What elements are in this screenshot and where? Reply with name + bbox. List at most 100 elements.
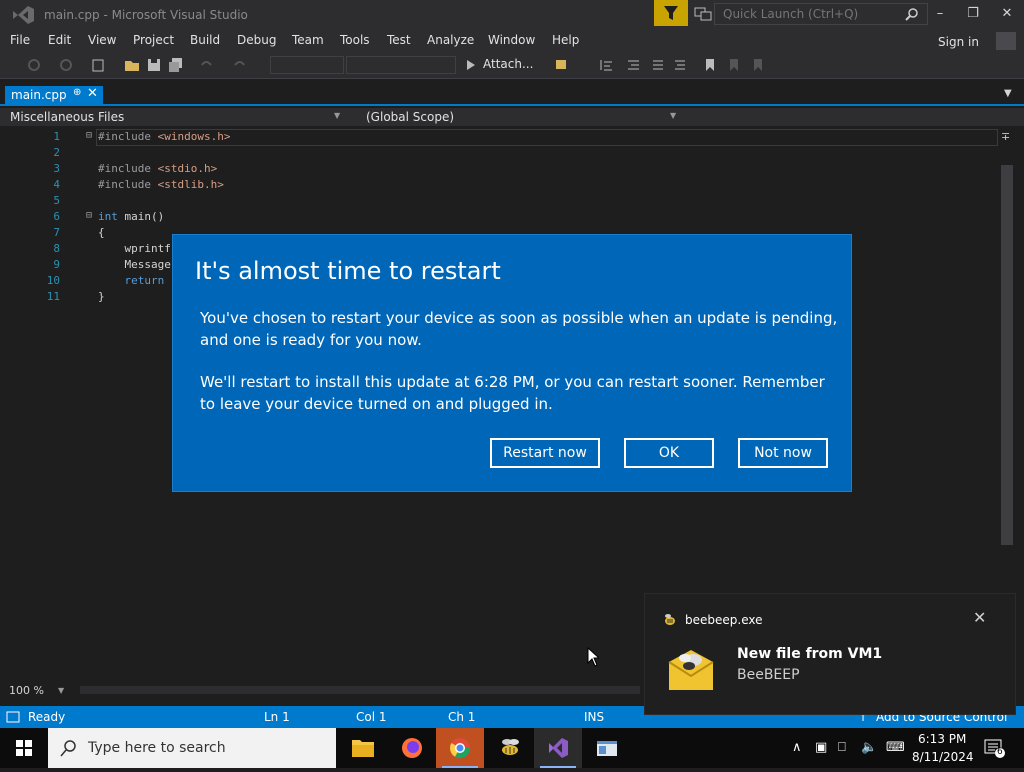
- ok-button[interactable]: OK: [624, 438, 714, 468]
- scope-dropdown[interactable]: (Global Scope): [366, 110, 454, 124]
- firefox-button[interactable]: [388, 728, 436, 768]
- solution-configuration-dropdown[interactable]: [270, 56, 344, 74]
- status-column: Col 1: [356, 710, 387, 724]
- comment-icon[interactable]: [650, 57, 666, 73]
- volume-icon[interactable]: 🔈: [861, 740, 877, 755]
- menu-project[interactable]: Project: [133, 33, 174, 47]
- toast-notification[interactable]: beebeep.exe ✕ New file from VM1 BeeBEEP: [644, 593, 1016, 715]
- line-number: 1: [53, 130, 60, 143]
- start-button[interactable]: [0, 728, 48, 768]
- line-number: 6: [53, 210, 60, 223]
- clock-time[interactable]: 6:13 PM: [918, 732, 966, 746]
- quick-launch-box[interactable]: [714, 3, 928, 25]
- back-icon[interactable]: [26, 57, 42, 73]
- close-button[interactable]: ✕: [993, 4, 1021, 24]
- app-window-button[interactable]: [583, 728, 631, 768]
- undo-icon[interactable]: [198, 57, 214, 73]
- chevron-down-icon: ▼: [670, 111, 677, 120]
- open-file-icon[interactable]: [124, 57, 140, 73]
- save-icon[interactable]: [146, 57, 162, 73]
- line-number: 2: [53, 146, 60, 159]
- uncomment-icon[interactable]: [672, 57, 688, 73]
- restart-now-button[interactable]: Restart now: [490, 438, 600, 468]
- collapse-icon[interactable]: ⊟: [86, 210, 92, 221]
- line-number: 11: [46, 290, 60, 303]
- menu-debug[interactable]: Debug: [237, 33, 276, 47]
- menu-file[interactable]: File: [10, 33, 30, 47]
- chevron-down-icon: ▼: [58, 686, 65, 695]
- step-icon[interactable]: [598, 57, 614, 73]
- quick-launch-input[interactable]: [723, 6, 893, 22]
- visual-studio-button[interactable]: [534, 728, 582, 768]
- taskbar-search-box[interactable]: Type here to search: [48, 728, 336, 768]
- restore-button[interactable]: ❐: [959, 4, 987, 24]
- save-all-icon[interactable]: [168, 57, 184, 73]
- beebeep-button[interactable]: [486, 728, 534, 768]
- chrome-button[interactable]: [436, 728, 484, 768]
- menu-tools[interactable]: Tools: [340, 33, 370, 47]
- user-account-icon[interactable]: [996, 32, 1016, 50]
- keyboard-icon[interactable]: ⌨: [886, 740, 905, 755]
- tab-overflow-icon[interactable]: ▼: [1004, 88, 1012, 99]
- forward-icon[interactable]: [58, 57, 74, 73]
- project-dropdown[interactable]: Miscellaneous Files: [10, 110, 124, 124]
- document-tab-strip: [0, 86, 1024, 106]
- zoom-level-dropdown[interactable]: 100 %: [9, 684, 44, 697]
- horizontal-scrollbar[interactable]: [80, 686, 640, 694]
- line-number: 5: [53, 194, 60, 207]
- close-icon[interactable]: ✕: [973, 608, 986, 627]
- network-icon[interactable]: ⎕: [838, 740, 846, 755]
- line-number: 7: [53, 226, 60, 239]
- visual-studio-logo-icon: [13, 6, 34, 24]
- close-tab-icon[interactable]: ✕: [87, 86, 98, 101]
- toast-body: BeeBEEP: [737, 667, 800, 683]
- navigation-bar: [0, 108, 1024, 126]
- scrollbar-thumb[interactable]: [1001, 165, 1013, 545]
- split-editor-icon[interactable]: ∓: [1001, 130, 1010, 143]
- new-project-icon[interactable]: [90, 57, 106, 73]
- menu-edit[interactable]: Edit: [48, 33, 71, 47]
- minimize-button[interactable]: –: [926, 4, 954, 24]
- clock-date[interactable]: 8/11/2024: [912, 750, 974, 764]
- menu-analyze[interactable]: Analyze: [427, 33, 474, 47]
- status-line: Ln 1: [264, 710, 290, 724]
- line-number: 9: [53, 258, 60, 271]
- feedback-icon[interactable]: [694, 6, 712, 22]
- security-icon[interactable]: ▣: [815, 740, 827, 755]
- bookmark-icon[interactable]: [702, 57, 718, 73]
- action-center-button[interactable]: 6: [983, 738, 1005, 758]
- menu-window[interactable]: Window: [488, 33, 535, 47]
- file-received-icon: [668, 650, 714, 690]
- menu-team[interactable]: Team: [292, 33, 324, 47]
- tab-main-cpp[interactable]: main.cpp ⊕ ✕: [5, 86, 103, 104]
- redo-icon[interactable]: [232, 57, 248, 73]
- menu-test[interactable]: Test: [387, 33, 411, 47]
- menu-view[interactable]: View: [88, 33, 116, 47]
- code-line: #include <stdlib.h>: [98, 178, 224, 191]
- line-number: 4: [53, 178, 60, 191]
- toast-app-name: beebeep.exe: [685, 613, 763, 627]
- notifications-filter-button[interactable]: [654, 0, 688, 26]
- not-now-button[interactable]: Not now: [738, 438, 828, 468]
- file-explorer-button[interactable]: [339, 728, 387, 768]
- menu-help[interactable]: Help: [552, 33, 579, 47]
- next-bookmark-icon[interactable]: [750, 57, 766, 73]
- sign-in-link[interactable]: Sign in: [938, 35, 979, 49]
- chevron-up-icon[interactable]: ∧: [792, 740, 802, 755]
- previous-bookmark-icon[interactable]: [726, 57, 742, 73]
- chevron-down-icon: ▼: [334, 111, 341, 120]
- search-icon: [60, 740, 76, 757]
- menu-build[interactable]: Build: [190, 33, 220, 47]
- solution-platform-dropdown[interactable]: [346, 56, 456, 74]
- search-icon: [905, 8, 918, 21]
- attach-button[interactable]: Attach...: [483, 57, 533, 71]
- start-debugging-icon[interactable]: [463, 57, 479, 73]
- notification-count: 6: [997, 747, 1003, 757]
- find-in-files-icon[interactable]: [554, 57, 570, 73]
- collapse-icon[interactable]: ⊟: [86, 130, 92, 141]
- pin-icon[interactable]: ⊕: [73, 87, 81, 98]
- toast-title: New file from VM1: [737, 646, 883, 662]
- code-line: return: [124, 274, 165, 287]
- search-placeholder: Type here to search: [88, 740, 226, 756]
- indent-icon[interactable]: [625, 57, 641, 73]
